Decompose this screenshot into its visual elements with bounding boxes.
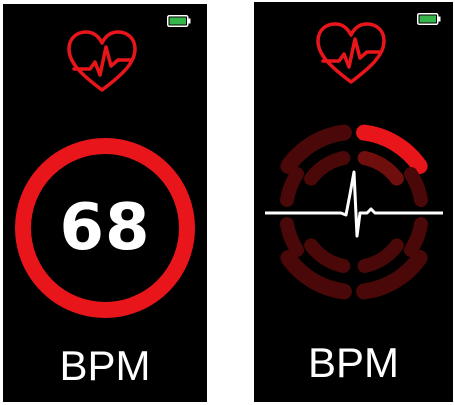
arc-side-right-top — [404, 167, 428, 207]
arc-mid-top-left — [304, 151, 351, 186]
arc-mid-top-right — [357, 151, 404, 186]
heart-rate-screen-measuring: BPM — [254, 2, 453, 402]
arc-side-left-bottom — [280, 217, 304, 257]
bpm-unit-label: BPM — [307, 339, 399, 386]
measuring-animation — [265, 124, 443, 300]
battery-full-icon — [417, 13, 441, 25]
arc-side-left-top — [280, 167, 304, 207]
heart-pulse-icon — [316, 22, 386, 84]
bpm-unit-label: BPM — [59, 342, 151, 389]
heart-rate-value: 68 — [59, 191, 151, 265]
arc-side-right-bottom — [404, 217, 428, 257]
arc-mid-bottom-left — [304, 238, 351, 273]
arc-mid-bottom-right — [357, 238, 404, 273]
heart-rate-screen-numeric: 68 BPM — [3, 4, 207, 402]
battery-full-icon — [167, 15, 191, 27]
heart-pulse-icon — [67, 30, 137, 92]
